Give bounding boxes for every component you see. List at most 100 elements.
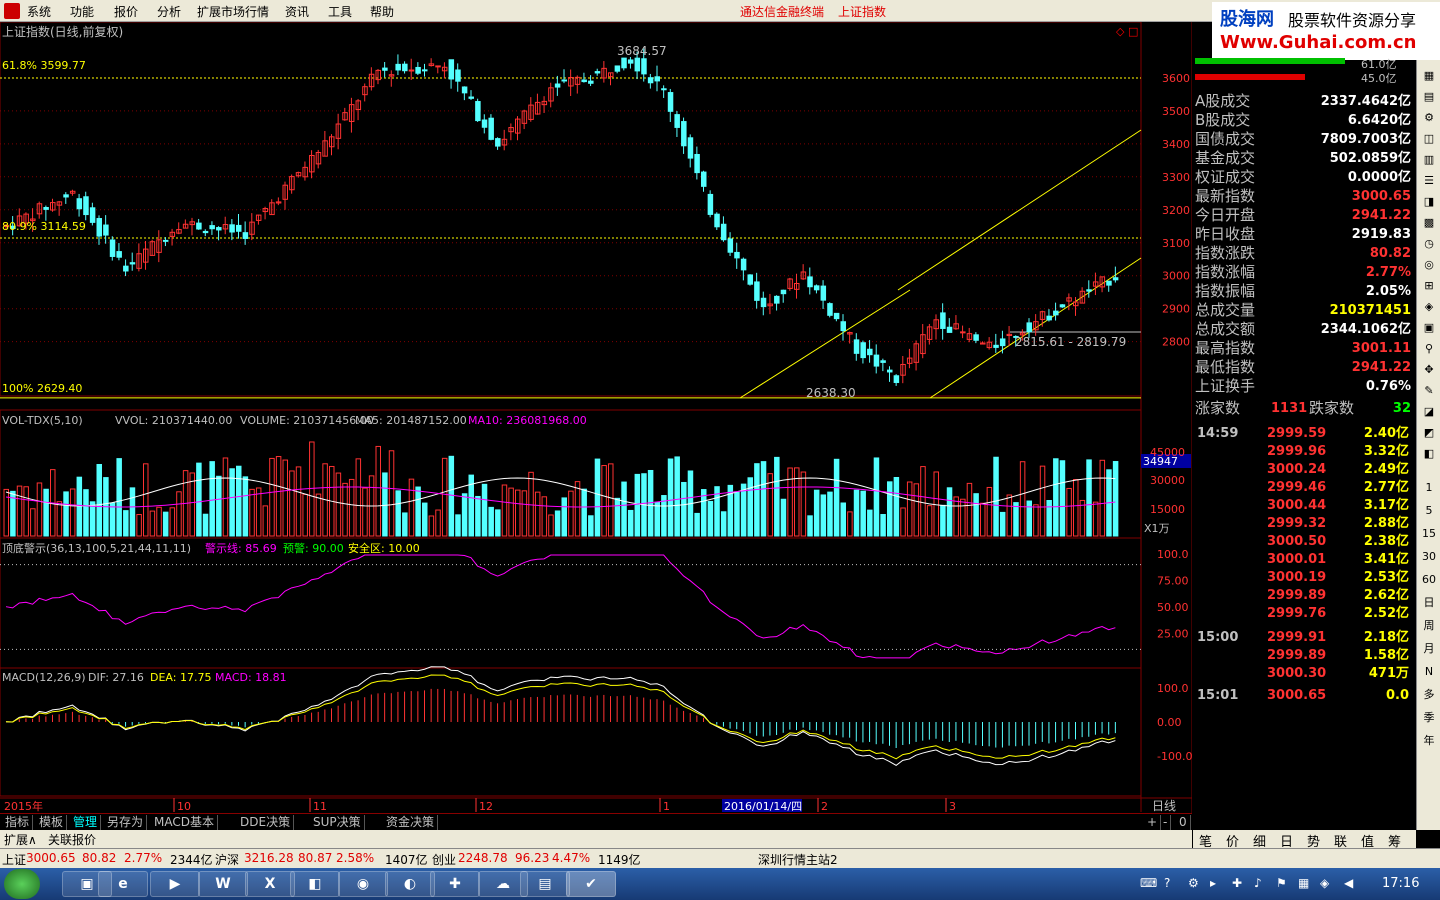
volume-bar[interactable] [760, 461, 767, 537]
volume-bar[interactable] [402, 512, 408, 537]
candle-body[interactable] [116, 251, 122, 258]
volume-bar[interactable] [813, 489, 820, 537]
tick-row[interactable]: 3000.01 3.41亿 [1193, 551, 1411, 569]
tick-row[interactable]: 3000.19 2.53亿 [1193, 569, 1411, 587]
tick-row[interactable]: 3000.50 2.38亿 [1193, 533, 1411, 551]
candle-body[interactable] [720, 223, 727, 241]
tray-help-icon[interactable]: ? [1164, 876, 1170, 890]
volume-bar[interactable] [76, 476, 83, 537]
period-button[interactable]: 季 [1419, 710, 1439, 726]
tick-row[interactable]: 14:59 2999.59 2.40亿 [1193, 425, 1411, 443]
volume-bar[interactable] [342, 482, 348, 537]
volume-bar[interactable] [1006, 494, 1013, 537]
candle-body[interactable] [402, 63, 408, 72]
toolbar-icon[interactable]: ▤ [1419, 89, 1439, 105]
volume-bar[interactable] [621, 481, 627, 537]
volume-bar[interactable] [441, 457, 448, 537]
tick-row[interactable]: 2999.76 2.52亿 [1193, 605, 1411, 623]
volume-bar[interactable] [43, 488, 49, 537]
candle-body[interactable] [123, 265, 129, 272]
volume-bar[interactable] [534, 491, 541, 537]
indicator-panel[interactable] [0, 554, 1141, 659]
candle-body[interactable] [853, 339, 860, 354]
related-quote-tab[interactable]: 关联报价 [48, 831, 96, 848]
candle-body[interactable] [887, 369, 893, 373]
volume-bar[interactable] [880, 514, 886, 537]
tick-row[interactable]: 2999.96 3.32亿 [1193, 443, 1411, 461]
candle-body[interactable] [435, 65, 441, 68]
volume-bar[interactable] [422, 502, 428, 537]
volume-bar[interactable] [89, 501, 96, 537]
period-button[interactable]: N [1419, 664, 1439, 680]
volume-bar[interactable] [1013, 502, 1019, 537]
volume-bar[interactable] [335, 472, 342, 537]
candle-body[interactable] [687, 137, 694, 159]
toolbar-icon[interactable]: ⚙ [1419, 110, 1439, 126]
volume-bar[interactable] [807, 515, 813, 537]
tick-row[interactable]: 2999.89 1.58亿 [1193, 647, 1411, 665]
volume-bar[interactable] [16, 485, 23, 537]
candle-body[interactable] [833, 312, 840, 320]
volume-bar[interactable] [488, 506, 494, 537]
volume-bar[interactable] [236, 465, 242, 537]
candle-body[interactable] [740, 258, 747, 271]
volume-bar[interactable] [707, 500, 714, 537]
indicator-tab[interactable]: MACD基本 [151, 815, 218, 830]
volume-bar[interactable] [116, 458, 122, 537]
candle-body[interactable] [216, 227, 222, 231]
volume-bar[interactable] [435, 509, 441, 537]
tray-app-icon[interactable]: ◈ [1320, 876, 1329, 890]
menu-ext-market[interactable]: 扩展市场行情 [197, 3, 269, 20]
volume-bar[interactable] [176, 491, 182, 537]
toolbar-icon[interactable]: ◎ [1419, 257, 1439, 273]
volume-bar[interactable] [355, 458, 362, 537]
volume-bar[interactable] [289, 470, 295, 537]
toolbar-icon[interactable]: ▥ [1419, 152, 1439, 168]
volume-bar[interactable] [920, 466, 926, 537]
volume-bar[interactable] [455, 514, 461, 537]
candle-body[interactable] [807, 276, 813, 288]
candle-body[interactable] [554, 83, 561, 88]
volume-bar[interactable] [1086, 459, 1092, 537]
volume-bar[interactable] [83, 489, 89, 537]
candle-body[interactable] [694, 153, 700, 174]
volume-bar[interactable] [156, 506, 162, 537]
candle-body[interactable] [1053, 310, 1059, 316]
volume-bar[interactable] [833, 458, 840, 537]
volume-bar[interactable] [774, 456, 780, 537]
candle-body[interactable] [634, 57, 641, 72]
volume-bar[interactable] [614, 497, 621, 537]
candle-body[interactable] [946, 326, 953, 333]
volume-bar[interactable] [940, 504, 946, 537]
tray-arrow-icon[interactable]: ▸ [1210, 876, 1216, 890]
volume-bar[interactable] [800, 471, 807, 537]
tray-speaker-icon[interactable]: ◀ [1344, 876, 1353, 890]
toolbar-icon[interactable]: ▣ [1419, 320, 1439, 336]
volume-bar[interactable] [388, 450, 395, 537]
ext-toggle-tab[interactable]: 扩展∧ [4, 831, 37, 848]
toolbar-icon[interactable]: ▦ [1419, 68, 1439, 84]
candle-body[interactable] [754, 281, 760, 301]
volume-bar[interactable] [249, 488, 255, 537]
taskbar-browser-icon[interactable]: ◐ [385, 871, 435, 897]
candle-body[interactable] [860, 342, 866, 359]
volume-bar[interactable] [69, 488, 76, 537]
volume-bar[interactable] [608, 463, 614, 537]
volume-bar[interactable] [667, 458, 674, 537]
candle-body[interactable] [103, 224, 109, 236]
volume-bar[interactable] [601, 465, 607, 537]
volume-bar[interactable] [926, 505, 933, 537]
volume-bar[interactable] [627, 509, 634, 537]
candle-body[interactable] [1106, 280, 1112, 286]
candle-body[interactable] [621, 57, 627, 69]
volume-bar[interactable] [674, 456, 680, 537]
candle-body[interactable] [681, 121, 687, 147]
candle-body[interactable] [999, 338, 1006, 347]
candle-body[interactable] [674, 114, 680, 128]
candle-body[interactable] [727, 238, 734, 253]
period-button[interactable]: 30 [1419, 549, 1439, 565]
volume-bar[interactable] [906, 481, 913, 537]
toolbar-icon[interactable]: ◈ [1419, 299, 1439, 315]
tray-network-icon[interactable]: ▦ [1298, 876, 1309, 890]
candle-body[interactable] [408, 69, 415, 72]
